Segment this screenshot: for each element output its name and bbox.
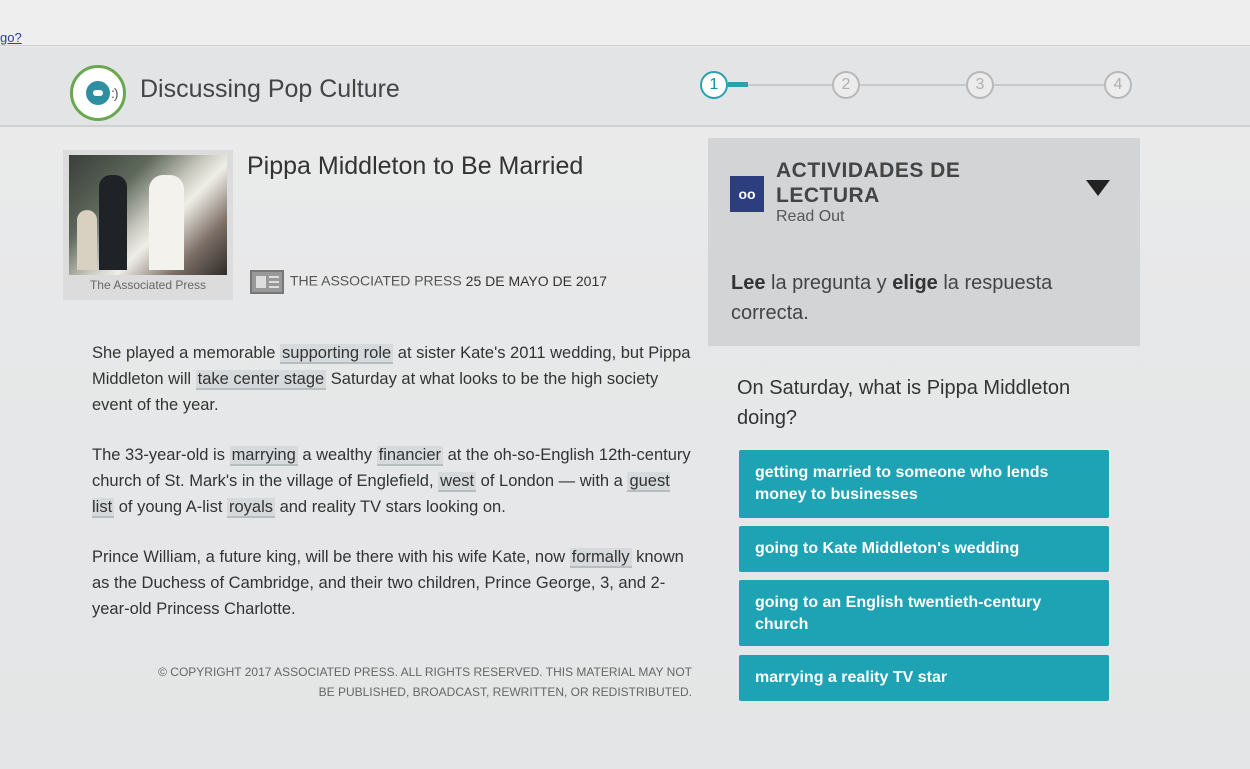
- article-date: 25 DE MAYO DE 2017: [465, 272, 608, 289]
- step-line: [860, 84, 966, 86]
- step-line: [748, 84, 832, 86]
- step-progress: 1 2 3 4: [700, 71, 1140, 101]
- answer-option-4[interactable]: marrying a reality TV star: [739, 655, 1109, 701]
- step-3[interactable]: 3: [966, 71, 994, 99]
- vocab-term[interactable]: west: [438, 472, 477, 492]
- paragraph-1: She played a memorable supporting role a…: [92, 344, 691, 414]
- article-body: She played a memorable supporting role a…: [92, 340, 692, 646]
- vocab-term[interactable]: royals: [226, 498, 275, 518]
- copyright-line-1: © COPYRIGHT 2017 ASSOCIATED PRESS. ALL R…: [158, 665, 692, 679]
- article-photo-card: The Associated Press: [63, 150, 233, 300]
- answer-option-3[interactable]: going to an English twentieth-century ch…: [739, 580, 1109, 646]
- wedding-photo: [69, 155, 227, 275]
- vocab-term[interactable]: marrying: [229, 446, 298, 466]
- vocab-term[interactable]: supporting role: [280, 344, 394, 364]
- paragraph-3: Prince William, a future king, will be t…: [92, 548, 684, 618]
- chevron-down-icon[interactable]: [1086, 180, 1110, 196]
- glasses-icon: oo: [730, 176, 764, 212]
- paragraph-2: The 33-year-old is marrying a wealthy fi…: [92, 446, 691, 518]
- newspaper-icon: [250, 270, 284, 294]
- source-name: THE ASSOCIATED PRESS: [290, 272, 462, 289]
- lesson-header: :) Discussing Pop Culture 1 2 3 4: [0, 47, 1250, 127]
- lesson-title: Discussing Pop Culture: [140, 75, 400, 103]
- discussion-icon: :): [70, 65, 126, 121]
- step-1[interactable]: 1: [700, 71, 728, 99]
- copyright-notice: © COPYRIGHT 2017 ASSOCIATED PRESS. ALL R…: [88, 662, 692, 702]
- vocab-term[interactable]: formally: [569, 548, 632, 568]
- step-4[interactable]: 4: [1104, 71, 1132, 99]
- activity-title: ACTIVIDADES DE LECTURA: [776, 159, 961, 207]
- read-out-link[interactable]: Read Out: [776, 208, 844, 226]
- article-source: THE ASSOCIATED PRESS 25 DE MAYO DE 2017: [250, 270, 607, 294]
- step-2[interactable]: 2: [832, 71, 860, 99]
- answer-option-2[interactable]: going to Kate Middleton's wedding: [739, 526, 1109, 572]
- reading-activities-panel: oo ACTIVIDADES DE LECTURA Read Out Lee l…: [708, 138, 1140, 346]
- copyright-line-2: BE PUBLISHED, BROADCAST, REWRITTEN, OR R…: [318, 685, 692, 699]
- question-text: On Saturday, what is Pippa Middleton doi…: [737, 377, 1071, 429]
- step-line-active: [728, 82, 748, 87]
- step-line: [994, 84, 1104, 86]
- photo-credit: The Associated Press: [89, 278, 207, 292]
- vocab-term[interactable]: take center stage: [195, 370, 327, 390]
- vocab-term[interactable]: financier: [376, 446, 443, 466]
- browser-top-strip: go?: [0, 0, 1250, 46]
- article-title: Pippa Middleton to Be Married: [247, 152, 584, 180]
- answer-option-1[interactable]: getting married to someone who lends mon…: [739, 450, 1109, 518]
- activity-instruction: Lee la pregunta y elige la respuesta cor…: [731, 272, 1053, 324]
- top-link[interactable]: go?: [0, 30, 22, 45]
